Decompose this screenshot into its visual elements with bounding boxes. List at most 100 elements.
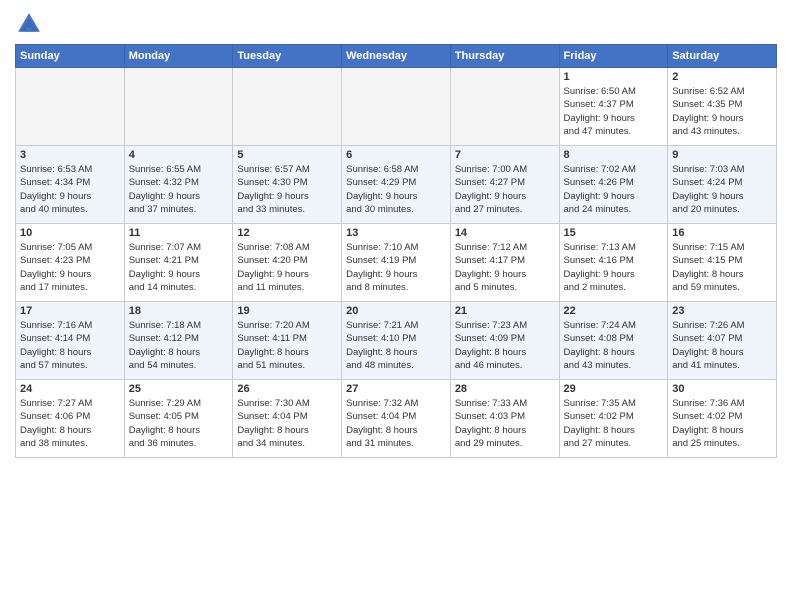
day-info: Sunrise: 6:53 AM Sunset: 4:34 PM Dayligh… bbox=[20, 163, 120, 216]
calendar-cell: 17 Sunrise: 7:16 AM Sunset: 4:14 PM Dayli… bbox=[16, 302, 125, 380]
day-number: 6 bbox=[346, 149, 446, 161]
calendar-cell: 22 Sunrise: 7:24 AM Sunset: 4:08 PM Dayli… bbox=[559, 302, 668, 380]
calendar-cell: 3 Sunrise: 6:53 AM Sunset: 4:34 PM Daylig… bbox=[16, 146, 125, 224]
day-info: Sunrise: 7:12 AM Sunset: 4:17 PM Dayligh… bbox=[455, 241, 555, 294]
day-info: Sunrise: 6:58 AM Sunset: 4:29 PM Dayligh… bbox=[346, 163, 446, 216]
calendar-cell: 18 Sunrise: 7:18 AM Sunset: 4:12 PM Dayli… bbox=[124, 302, 233, 380]
weekday-header-sunday: Sunday bbox=[16, 45, 125, 68]
day-info: Sunrise: 7:33 AM Sunset: 4:03 PM Dayligh… bbox=[455, 397, 555, 450]
calendar-cell: 29 Sunrise: 7:35 AM Sunset: 4:02 PM Dayli… bbox=[559, 380, 668, 458]
calendar-cell: 30 Sunrise: 7:36 AM Sunset: 4:02 PM Dayli… bbox=[668, 380, 777, 458]
calendar-week-row: 24 Sunrise: 7:27 AM Sunset: 4:06 PM Dayli… bbox=[16, 380, 777, 458]
weekday-header-saturday: Saturday bbox=[668, 45, 777, 68]
calendar-cell: 24 Sunrise: 7:27 AM Sunset: 4:06 PM Dayli… bbox=[16, 380, 125, 458]
weekday-header-wednesday: Wednesday bbox=[342, 45, 451, 68]
calendar-cell: 27 Sunrise: 7:32 AM Sunset: 4:04 PM Dayli… bbox=[342, 380, 451, 458]
day-info: Sunrise: 7:36 AM Sunset: 4:02 PM Dayligh… bbox=[672, 397, 772, 450]
day-info: Sunrise: 7:24 AM Sunset: 4:08 PM Dayligh… bbox=[564, 319, 664, 372]
calendar-cell bbox=[16, 68, 125, 146]
weekday-header-friday: Friday bbox=[559, 45, 668, 68]
calendar-table: SundayMondayTuesdayWednesdayThursdayFrid… bbox=[15, 44, 777, 458]
calendar-cell: 25 Sunrise: 7:29 AM Sunset: 4:05 PM Dayli… bbox=[124, 380, 233, 458]
calendar-cell: 15 Sunrise: 7:13 AM Sunset: 4:16 PM Dayli… bbox=[559, 224, 668, 302]
calendar-cell: 9 Sunrise: 7:03 AM Sunset: 4:24 PM Daylig… bbox=[668, 146, 777, 224]
day-number: 26 bbox=[237, 383, 337, 395]
weekday-header-tuesday: Tuesday bbox=[233, 45, 342, 68]
day-number: 8 bbox=[564, 149, 664, 161]
day-number: 5 bbox=[237, 149, 337, 161]
day-info: Sunrise: 7:08 AM Sunset: 4:20 PM Dayligh… bbox=[237, 241, 337, 294]
day-number: 30 bbox=[672, 383, 772, 395]
calendar-cell: 28 Sunrise: 7:33 AM Sunset: 4:03 PM Dayli… bbox=[450, 380, 559, 458]
calendar-cell: 5 Sunrise: 6:57 AM Sunset: 4:30 PM Daylig… bbox=[233, 146, 342, 224]
day-number: 29 bbox=[564, 383, 664, 395]
calendar-cell bbox=[124, 68, 233, 146]
calendar-week-row: 3 Sunrise: 6:53 AM Sunset: 4:34 PM Daylig… bbox=[16, 146, 777, 224]
day-number: 28 bbox=[455, 383, 555, 395]
calendar-cell: 2 Sunrise: 6:52 AM Sunset: 4:35 PM Daylig… bbox=[668, 68, 777, 146]
day-info: Sunrise: 7:21 AM Sunset: 4:10 PM Dayligh… bbox=[346, 319, 446, 372]
day-info: Sunrise: 7:35 AM Sunset: 4:02 PM Dayligh… bbox=[564, 397, 664, 450]
day-number: 24 bbox=[20, 383, 120, 395]
day-number: 19 bbox=[237, 305, 337, 317]
day-number: 3 bbox=[20, 149, 120, 161]
logo-icon bbox=[15, 10, 43, 38]
day-info: Sunrise: 7:29 AM Sunset: 4:05 PM Dayligh… bbox=[129, 397, 229, 450]
calendar-week-row: 10 Sunrise: 7:05 AM Sunset: 4:23 PM Dayli… bbox=[16, 224, 777, 302]
day-number: 27 bbox=[346, 383, 446, 395]
calendar-cell: 14 Sunrise: 7:12 AM Sunset: 4:17 PM Dayli… bbox=[450, 224, 559, 302]
day-number: 21 bbox=[455, 305, 555, 317]
day-number: 17 bbox=[20, 305, 120, 317]
day-number: 20 bbox=[346, 305, 446, 317]
day-number: 14 bbox=[455, 227, 555, 239]
day-number: 23 bbox=[672, 305, 772, 317]
calendar-cell bbox=[233, 68, 342, 146]
calendar-cell: 19 Sunrise: 7:20 AM Sunset: 4:11 PM Dayli… bbox=[233, 302, 342, 380]
weekday-header-thursday: Thursday bbox=[450, 45, 559, 68]
day-number: 18 bbox=[129, 305, 229, 317]
calendar-cell: 26Sunrise: 7:30 AM Sunset: 4:04 PM Dayli… bbox=[233, 380, 342, 458]
day-number: 13 bbox=[346, 227, 446, 239]
weekday-header-monday: Monday bbox=[124, 45, 233, 68]
calendar-cell: 21Sunrise: 7:23 AM Sunset: 4:09 PM Dayli… bbox=[450, 302, 559, 380]
calendar-cell: 12 Sunrise: 7:08 AM Sunset: 4:20 PM Dayli… bbox=[233, 224, 342, 302]
calendar-cell: 8 Sunrise: 7:02 AM Sunset: 4:26 PM Daylig… bbox=[559, 146, 668, 224]
day-info: Sunrise: 7:13 AM Sunset: 4:16 PM Dayligh… bbox=[564, 241, 664, 294]
day-number: 1 bbox=[564, 71, 664, 83]
day-number: 11 bbox=[129, 227, 229, 239]
calendar-cell: 20 Sunrise: 7:21 AM Sunset: 4:10 PM Dayli… bbox=[342, 302, 451, 380]
calendar-cell: 13 Sunrise: 7:10 AM Sunset: 4:19 PM Dayli… bbox=[342, 224, 451, 302]
day-info: Sunrise: 7:02 AM Sunset: 4:26 PM Dayligh… bbox=[564, 163, 664, 216]
day-number: 2 bbox=[672, 71, 772, 83]
day-number: 9 bbox=[672, 149, 772, 161]
calendar-week-row: 17 Sunrise: 7:16 AM Sunset: 4:14 PM Dayli… bbox=[16, 302, 777, 380]
day-number: 22 bbox=[564, 305, 664, 317]
day-info: Sunrise: 7:26 AM Sunset: 4:07 PM Dayligh… bbox=[672, 319, 772, 372]
day-number: 25 bbox=[129, 383, 229, 395]
day-info: Sunrise: 7:05 AM Sunset: 4:23 PM Dayligh… bbox=[20, 241, 120, 294]
day-info: Sunrise: 7:15 AM Sunset: 4:15 PM Dayligh… bbox=[672, 241, 772, 294]
day-info: Sunrise: 7:10 AM Sunset: 4:19 PM Dayligh… bbox=[346, 241, 446, 294]
day-info: Sunrise: 7:32 AM Sunset: 4:04 PM Dayligh… bbox=[346, 397, 446, 450]
calendar-cell: 1 Sunrise: 6:50 AM Sunset: 4:37 PM Daylig… bbox=[559, 68, 668, 146]
day-info: Sunrise: 6:57 AM Sunset: 4:30 PM Dayligh… bbox=[237, 163, 337, 216]
day-number: 12 bbox=[237, 227, 337, 239]
day-info: Sunrise: 7:18 AM Sunset: 4:12 PM Dayligh… bbox=[129, 319, 229, 372]
day-info: Sunrise: 7:07 AM Sunset: 4:21 PM Dayligh… bbox=[129, 241, 229, 294]
calendar-cell: 7Sunrise: 7:00 AM Sunset: 4:27 PM Daylig… bbox=[450, 146, 559, 224]
day-number: 10 bbox=[20, 227, 120, 239]
day-info: Sunrise: 6:50 AM Sunset: 4:37 PM Dayligh… bbox=[564, 85, 664, 138]
day-info: Sunrise: 6:52 AM Sunset: 4:35 PM Dayligh… bbox=[672, 85, 772, 138]
day-info: Sunrise: 7:16 AM Sunset: 4:14 PM Dayligh… bbox=[20, 319, 120, 372]
day-info: Sunrise: 7:03 AM Sunset: 4:24 PM Dayligh… bbox=[672, 163, 772, 216]
day-info: Sunrise: 7:20 AM Sunset: 4:11 PM Dayligh… bbox=[237, 319, 337, 372]
calendar-cell bbox=[450, 68, 559, 146]
weekday-header-row: SundayMondayTuesdayWednesdayThursdayFrid… bbox=[16, 45, 777, 68]
day-number: 7 bbox=[455, 149, 555, 161]
calendar-cell: 6 Sunrise: 6:58 AM Sunset: 4:29 PM Daylig… bbox=[342, 146, 451, 224]
day-info: Sunrise: 7:27 AM Sunset: 4:06 PM Dayligh… bbox=[20, 397, 120, 450]
calendar-cell: 16Sunrise: 7:15 AM Sunset: 4:15 PM Dayli… bbox=[668, 224, 777, 302]
calendar-cell: 11 Sunrise: 7:07 AM Sunset: 4:21 PM Dayli… bbox=[124, 224, 233, 302]
day-number: 15 bbox=[564, 227, 664, 239]
day-number: 4 bbox=[129, 149, 229, 161]
